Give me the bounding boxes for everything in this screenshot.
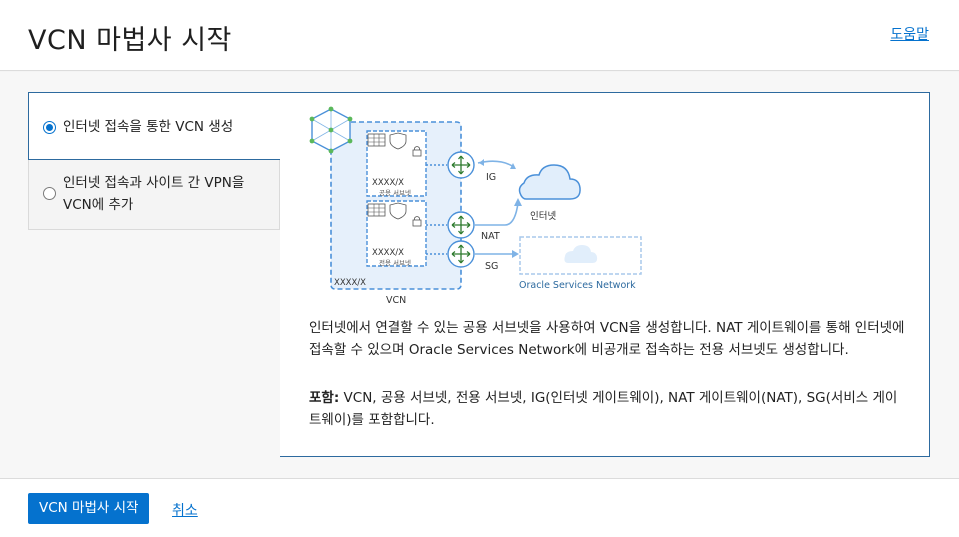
public-subnet-cidr: XXXX/X (372, 178, 404, 188)
radio-vcn-internet[interactable] (43, 121, 56, 134)
nat-gateway-icon (447, 211, 475, 239)
wizard-content: 인터넷 접속을 통한 VCN 생성 인터넷 접속과 사이트 간 VPN을 VCN… (0, 72, 959, 478)
sg-gateway-icon (447, 240, 475, 268)
network-diagram: XXXX/X 공용 서브넷 XXXX/X 전용 서브넷 XXXX/X VCN I… (309, 106, 642, 306)
private-subnet-label: 전용 서브넷 (379, 258, 411, 267)
option-includes: 포함: VCN, 공용 서브넷, 전용 서브넷, IG(인터넷 게이트웨이), … (309, 387, 909, 431)
start-vcn-wizard-button[interactable]: VCN 마법사 시작 (28, 493, 150, 524)
ig-gateway-icon (447, 151, 475, 179)
page-title: VCN 마법사 시작 (28, 25, 232, 56)
firewall-icon (367, 203, 386, 217)
private-subnet-cidr: XXXX/X (372, 248, 404, 258)
option-list: 인터넷 접속을 통한 VCN 생성 인터넷 접속과 사이트 간 VPN을 VCN… (28, 92, 280, 230)
option-description: 인터넷에서 연결할 수 있는 공용 서브넷을 사용하여 VCN을 생성합니다. … (309, 320, 905, 358)
nat-arrow (475, 202, 519, 226)
help-link[interactable]: 도움말 (890, 24, 929, 44)
option-vcn-internet[interactable]: 인터넷 접속을 통한 VCN 생성 (28, 92, 280, 160)
internet-label: 인터넷 (530, 211, 556, 222)
cancel-link[interactable]: 취소 (172, 500, 198, 520)
firewall-icon (367, 133, 386, 147)
vcn-label: VCN (386, 295, 406, 306)
vcn-cidr: XXXX/X (334, 278, 366, 288)
nat-label: NAT (481, 231, 500, 242)
option-vcn-vpn[interactable]: 인터넷 접속과 사이트 간 VPN을 VCN에 추가 (28, 160, 280, 230)
includes-text: VCN, 공용 서브넷, 전용 서브넷, IG(인터넷 게이트웨이), NAT … (309, 390, 898, 428)
page-footer: VCN 마법사 시작 취소 (0, 478, 959, 537)
includes-label: 포함: (309, 390, 340, 406)
option-detail-panel: XXXX/X 공용 서브넷 XXXX/X 전용 서브넷 XXXX/X VCN I… (280, 92, 930, 457)
page-header: VCN 마법사 시작 도움말 (0, 0, 959, 71)
osn-label: Oracle Services Network (519, 280, 636, 291)
public-subnet-label: 공용 서브넷 (379, 188, 411, 197)
option-label: 인터넷 접속과 사이트 간 VPN을 VCN에 추가 (63, 175, 245, 213)
option-label: 인터넷 접속을 통한 VCN 생성 (63, 119, 234, 135)
radio-vcn-vpn[interactable] (43, 187, 56, 200)
ig-label: IG (486, 172, 496, 183)
internet-cloud-icon (518, 164, 581, 200)
sg-label: SG (485, 261, 498, 272)
